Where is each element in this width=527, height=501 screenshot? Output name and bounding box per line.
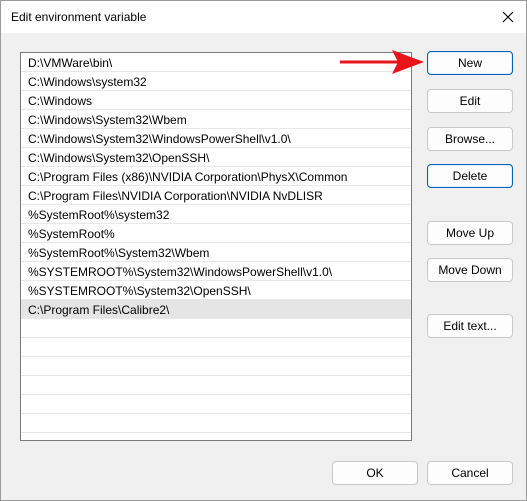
list-item[interactable]: C:\Program Files\NVIDIA Corporation\NVID… xyxy=(21,186,411,205)
list-item[interactable]: C:\Program Files\Calibre2\ xyxy=(21,300,411,319)
list-item-label: %SYSTEMROOT%\System32\WindowsPowerShell\… xyxy=(28,265,333,279)
path-list[interactable]: D:\VMWare\bin\ C:\Windows\system32 C:\Wind… xyxy=(20,52,412,441)
list-item-label: C:\Windows xyxy=(28,94,93,108)
list-empty-row[interactable] xyxy=(21,395,411,414)
list-item-label: C:\Program Files\NVIDIA Corporation\NVID… xyxy=(28,189,323,203)
edit-environment-variable-dialog: Edit environment variable D:\VMWare\bin\… xyxy=(0,0,527,501)
list-item-label: %SystemRoot%\system32 xyxy=(28,208,170,222)
list-item-label: D:\VMWare\bin\ xyxy=(28,56,113,70)
list-item[interactable]: %SystemRoot%\System32\Wbem xyxy=(21,243,411,262)
window-title: Edit environment variable xyxy=(11,10,147,24)
list-item[interactable]: %SYSTEMROOT%\System32\OpenSSH\ xyxy=(21,281,411,300)
list-item[interactable]: %SystemRoot% xyxy=(21,224,411,243)
list-empty-row[interactable] xyxy=(21,319,411,338)
cancel-button[interactable]: Cancel xyxy=(427,461,513,485)
edit-button[interactable]: Edit xyxy=(427,89,513,113)
list-item-label: C:\Windows\System32\WindowsPowerShell\v1… xyxy=(28,132,291,146)
browse-button[interactable]: Browse... xyxy=(427,127,513,151)
list-item-label: C:\Windows\System32\Wbem xyxy=(28,113,187,127)
list-item[interactable]: %SYSTEMROOT%\System32\WindowsPowerShell\… xyxy=(21,262,411,281)
move-down-button[interactable]: Move Down xyxy=(427,258,513,282)
list-empty-row[interactable] xyxy=(21,414,411,433)
list-item-label: %SystemRoot%\System32\Wbem xyxy=(28,246,210,260)
list-item-label: C:\Windows\System32\OpenSSH\ xyxy=(28,151,210,165)
list-item[interactable]: C:\Windows\System32\Wbem xyxy=(21,110,411,129)
list-empty-row[interactable] xyxy=(21,338,411,357)
list-empty-row[interactable] xyxy=(21,376,411,395)
delete-button[interactable]: Delete xyxy=(427,164,513,188)
list-empty-row[interactable] xyxy=(21,357,411,376)
list-item-label: %SystemRoot% xyxy=(28,227,115,241)
list-item-label: C:\Program Files (x86)\NVIDIA Corporatio… xyxy=(28,170,348,184)
title-bar: Edit environment variable xyxy=(1,1,526,33)
list-item[interactable]: C:\Program Files (x86)\NVIDIA Corporatio… xyxy=(21,167,411,186)
red-arrow-icon xyxy=(340,50,424,74)
new-button[interactable]: New xyxy=(427,51,513,75)
list-item-label: C:\Windows\system32 xyxy=(28,75,147,89)
list-item-label: C:\Program Files\Calibre2\ xyxy=(28,303,170,317)
list-item[interactable]: C:\Windows xyxy=(21,91,411,110)
edit-text-button[interactable]: Edit text... xyxy=(427,314,513,338)
close-icon xyxy=(502,11,514,23)
list-item[interactable]: C:\Windows\System32\OpenSSH\ xyxy=(21,148,411,167)
close-button[interactable] xyxy=(490,1,526,33)
ok-button[interactable]: OK xyxy=(332,461,418,485)
list-item-label: %SYSTEMROOT%\System32\OpenSSH\ xyxy=(28,284,251,298)
list-item[interactable]: C:\Windows\System32\WindowsPowerShell\v1… xyxy=(21,129,411,148)
list-item[interactable]: %SystemRoot%\system32 xyxy=(21,205,411,224)
move-up-button[interactable]: Move Up xyxy=(427,221,513,245)
